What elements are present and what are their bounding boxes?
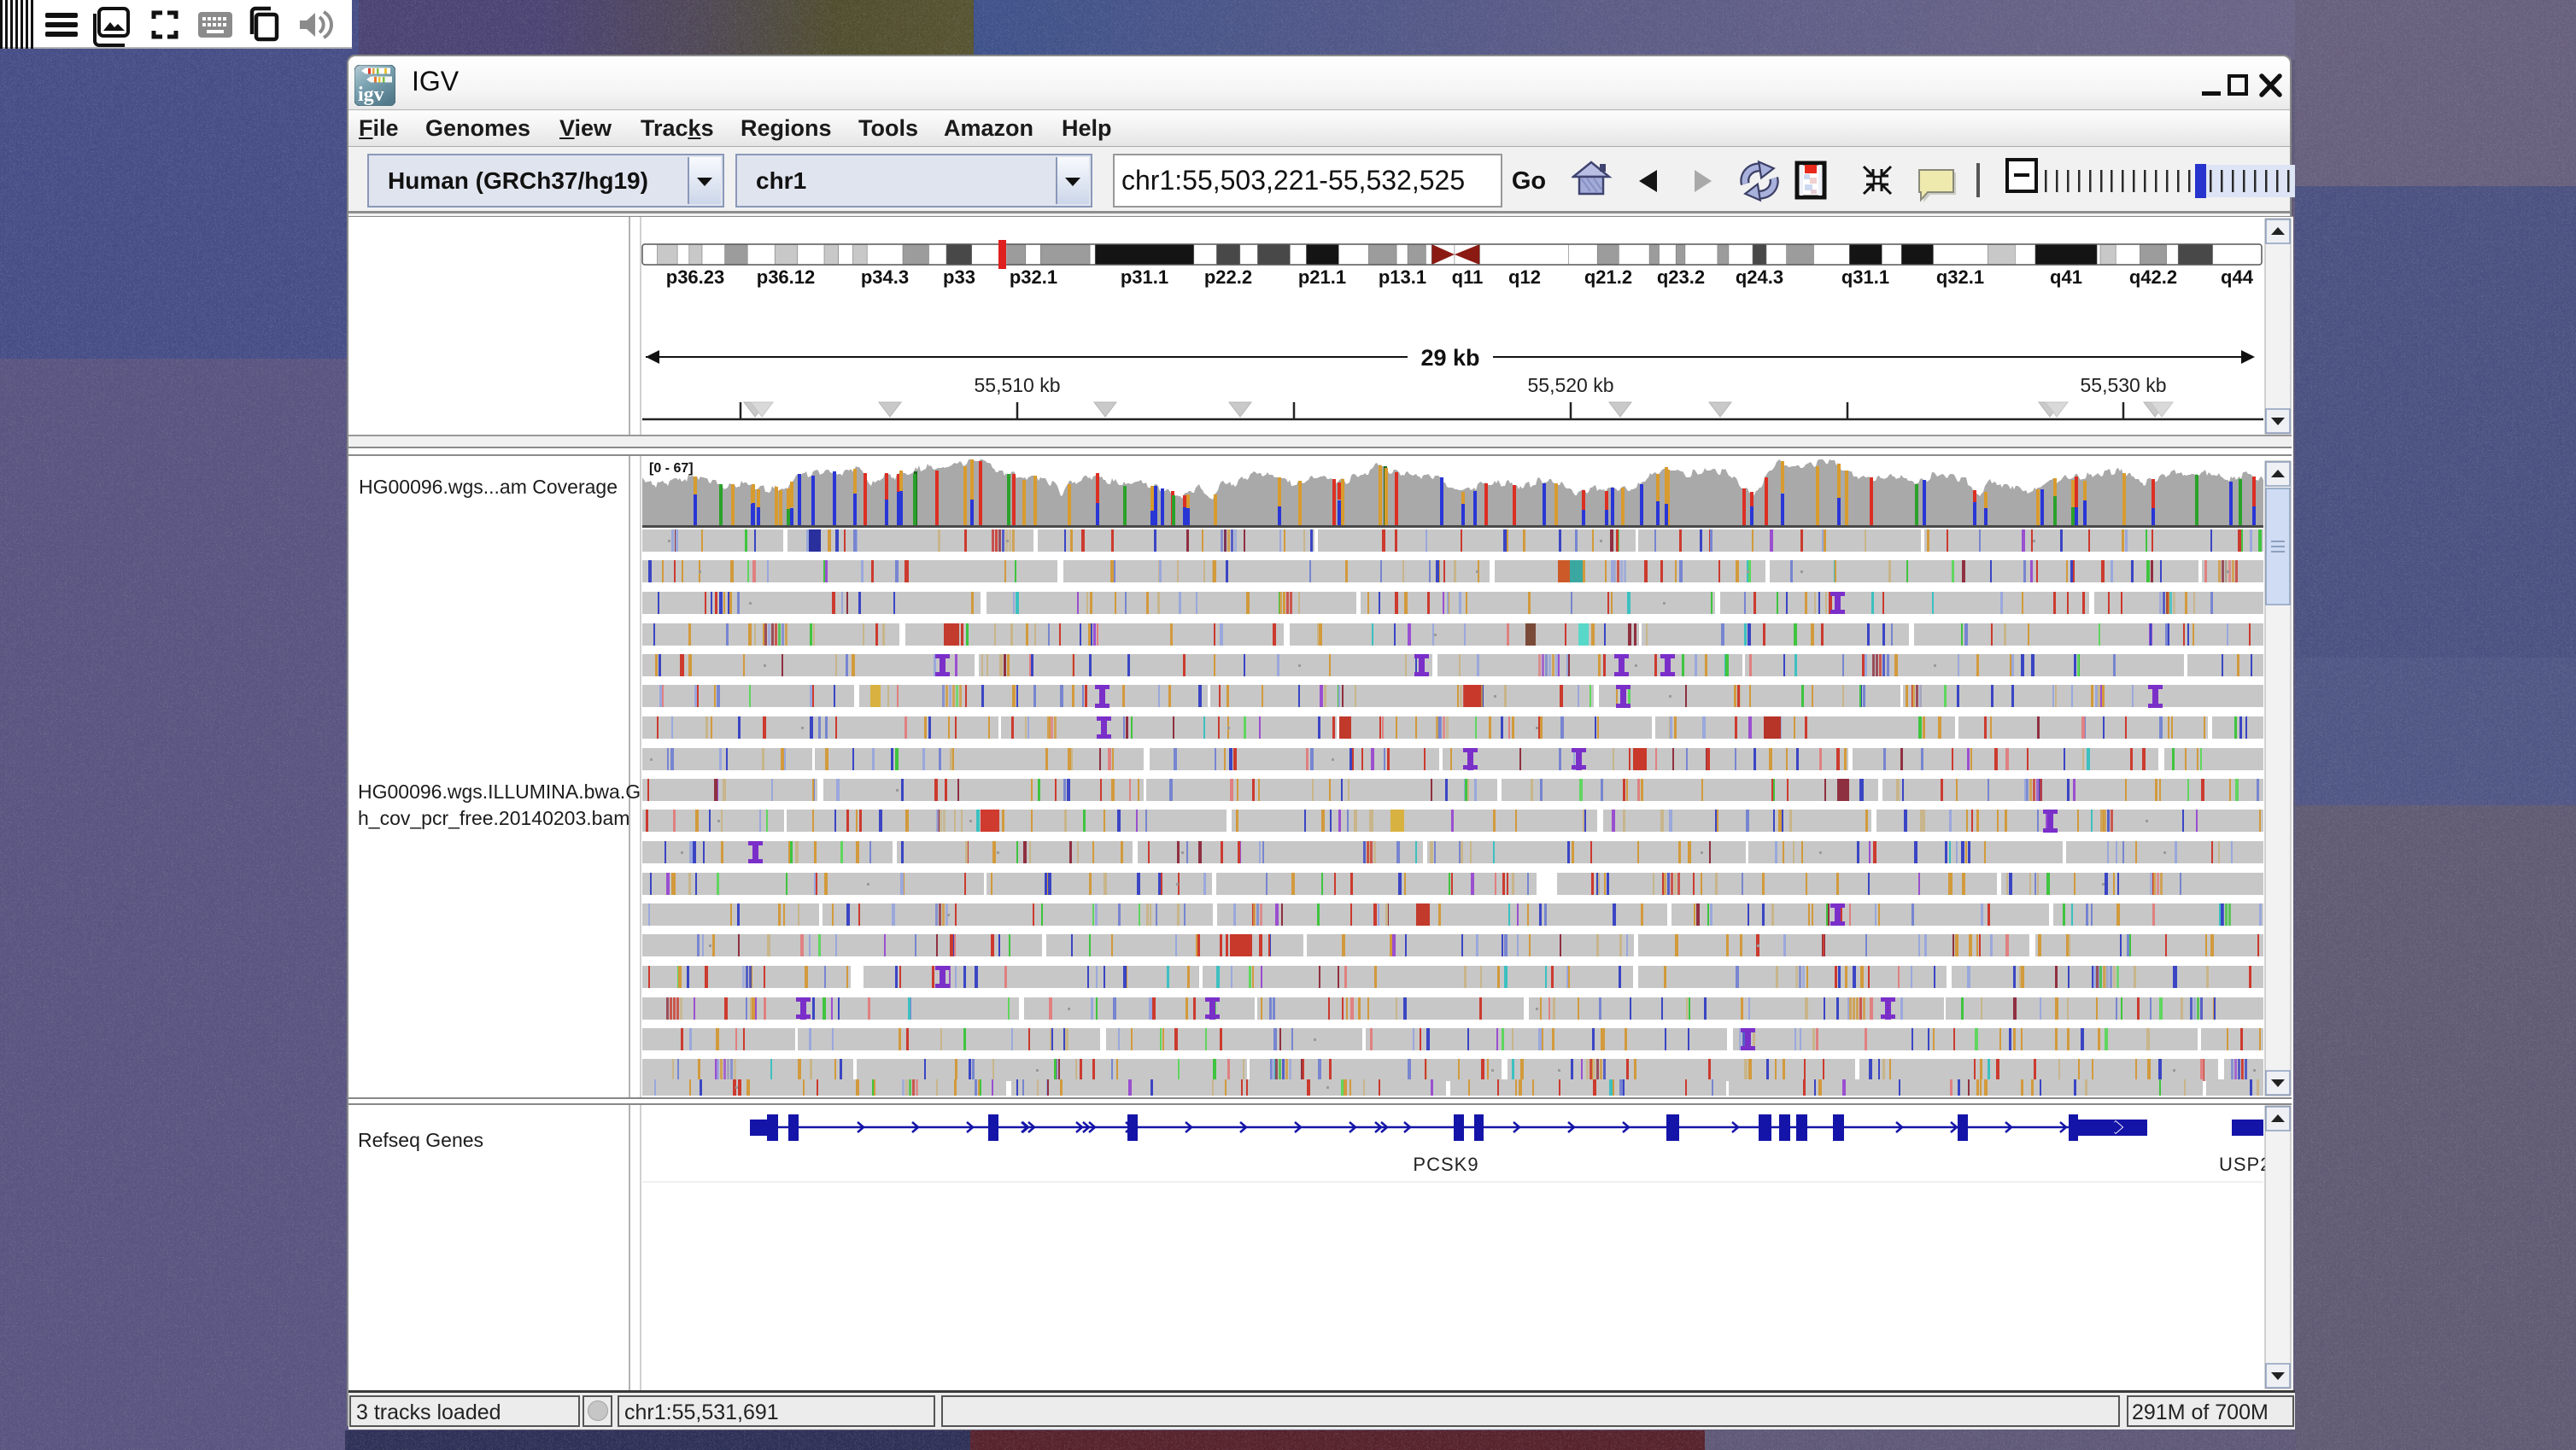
svg-text:p36.12: p36.12 — [757, 266, 816, 288]
svg-text:q24.3: q24.3 — [1736, 266, 1783, 288]
svg-text:p13.1: p13.1 — [1379, 266, 1426, 288]
svg-text:p36.23: p36.23 — [666, 266, 725, 288]
svg-text:q23.2: q23.2 — [1657, 266, 1705, 288]
svg-text:q32.1: q32.1 — [1936, 266, 1984, 288]
svg-text:[0 - 67]: [0 - 67] — [649, 461, 694, 476]
svg-text:h_cov_pcr_free.20140203.bam: h_cov_pcr_free.20140203.bam — [358, 807, 629, 829]
svg-text:p22.2: p22.2 — [1204, 266, 1252, 288]
svg-text:p33: p33 — [943, 266, 975, 288]
svg-text:55,530 kb: 55,530 kb — [2080, 374, 2166, 396]
svg-text:HG00096.wgs...am Coverage: HG00096.wgs...am Coverage — [359, 476, 618, 498]
svg-text:p21.1: p21.1 — [1298, 266, 1346, 288]
svg-text:q44: q44 — [2221, 266, 2254, 288]
svg-text:q12: q12 — [1508, 266, 1541, 288]
svg-text:Refseq Genes: Refseq Genes — [358, 1129, 483, 1151]
svg-text:HG00096.wgs.ILLUMINA.bwa.G: HG00096.wgs.ILLUMINA.bwa.G — [358, 781, 641, 803]
svg-text:PCSK9: PCSK9 — [1413, 1154, 1478, 1175]
svg-text:q31.1: q31.1 — [1841, 266, 1889, 288]
svg-text:igv: igv — [358, 84, 384, 106]
svg-text:29 kb: 29 kb — [1420, 345, 1479, 371]
svg-text:q11: q11 — [1452, 266, 1484, 288]
svg-text:55,510 kb: 55,510 kb — [974, 374, 1060, 396]
svg-text:55,520 kb: 55,520 kb — [1527, 374, 1613, 396]
svg-text:USP2: USP2 — [2219, 1154, 2271, 1175]
svg-text:p32.1: p32.1 — [1010, 266, 1057, 288]
svg-text:q21.2: q21.2 — [1584, 266, 1632, 288]
svg-text:q41: q41 — [2050, 266, 2082, 288]
svg-text:q42.2: q42.2 — [2129, 266, 2177, 288]
svg-text:p34.3: p34.3 — [861, 266, 909, 288]
svg-text:p31.1: p31.1 — [1121, 266, 1168, 288]
